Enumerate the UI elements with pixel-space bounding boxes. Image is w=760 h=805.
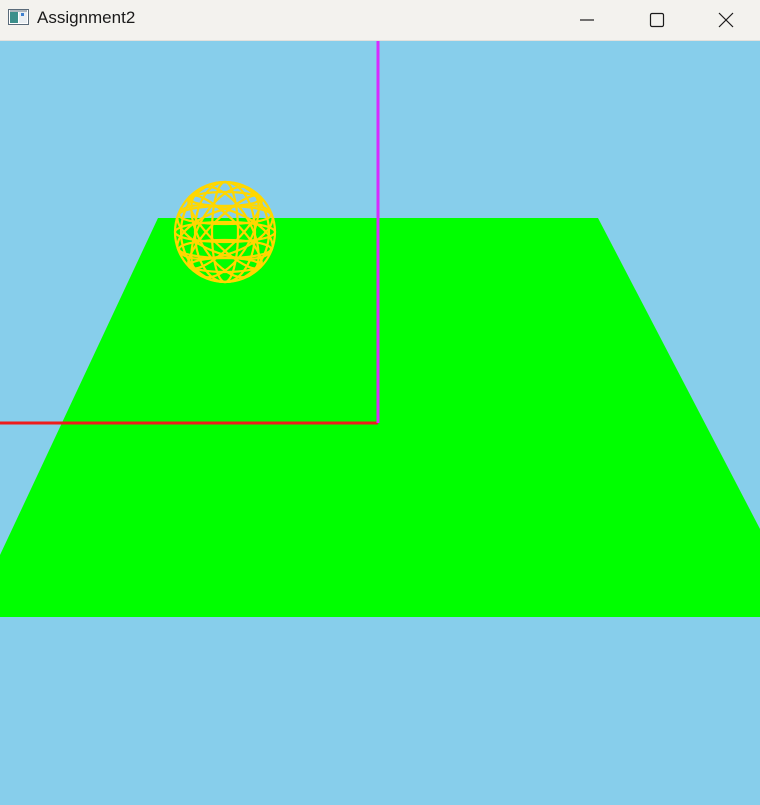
title-bar[interactable]: Assignment2 (0, 0, 760, 41)
opengl-viewport[interactable] (0, 41, 760, 805)
minimize-button[interactable] (552, 0, 622, 40)
close-icon (718, 12, 734, 28)
application-window: Assignment2 (0, 0, 760, 805)
scene-canvas (0, 41, 760, 617)
window-title: Assignment2 (37, 8, 136, 27)
close-button[interactable] (692, 0, 760, 40)
application-window-icon (8, 9, 29, 25)
minimize-icon (579, 12, 595, 28)
maximize-icon (649, 12, 665, 28)
maximize-button[interactable] (622, 0, 692, 40)
ground-plane (0, 218, 760, 617)
